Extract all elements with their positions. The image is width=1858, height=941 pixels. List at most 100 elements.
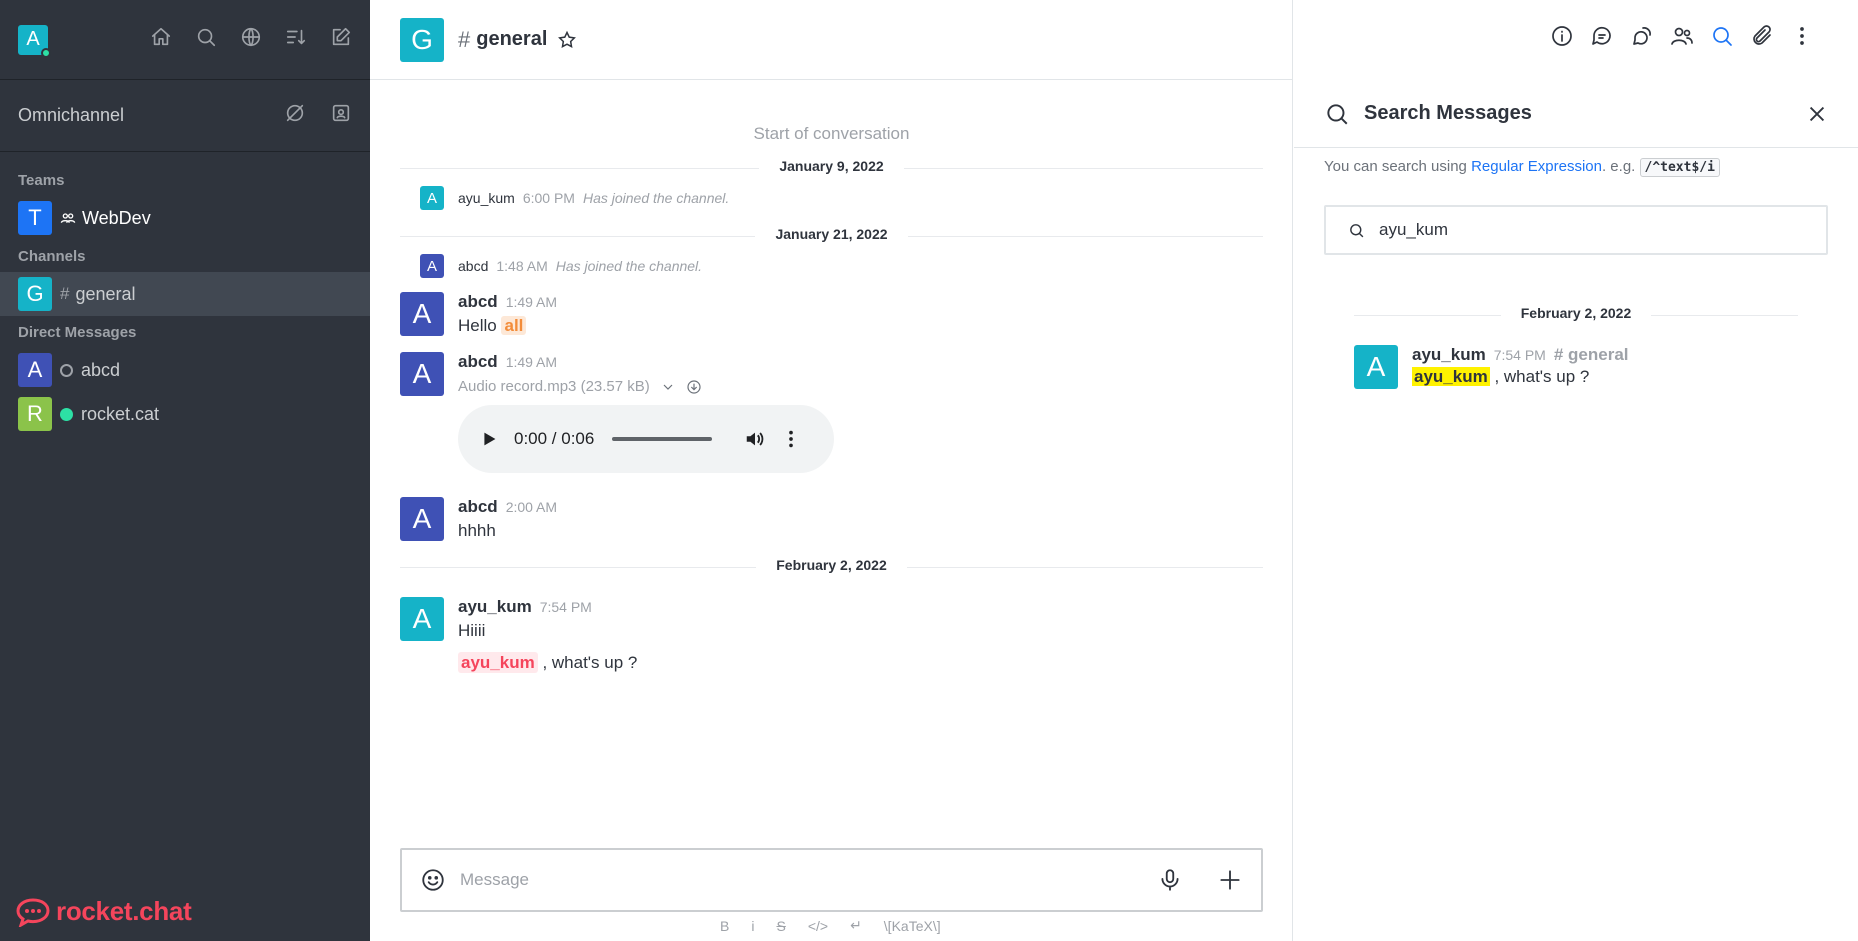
attachment-name[interactable]: Audio record.mp3 (23.57 kB)	[458, 378, 650, 395]
room-title: general	[476, 28, 548, 50]
strike-button[interactable]: S	[776, 918, 785, 934]
message-body: ayu_kum , what's up ?	[1412, 367, 1629, 387]
teams-section-label: Teams	[18, 171, 65, 189]
katex-button[interactable]: \[KaTeX\]	[884, 918, 941, 934]
discussions-icon[interactable]	[1630, 24, 1654, 53]
room-avatar: T	[18, 201, 52, 235]
download-icon[interactable]	[686, 379, 702, 395]
panel-header: Search Messages	[1294, 80, 1858, 148]
message-input[interactable]: Message	[460, 870, 1157, 890]
username[interactable]: abcd	[458, 352, 498, 372]
directory-globe-icon[interactable]	[240, 26, 262, 53]
username[interactable]: abcd	[458, 258, 488, 274]
search-messages-panel: Search Messages You can search using Reg…	[1294, 80, 1858, 941]
user-avatar[interactable]: A	[18, 24, 51, 58]
sidebar-item-rocket-cat[interactable]: R rocket.cat	[0, 392, 370, 436]
search-input[interactable]	[1379, 220, 1790, 240]
chevron-down-icon[interactable]	[660, 379, 676, 395]
kebab-menu-icon[interactable]	[1790, 24, 1814, 53]
username[interactable]: ayu_kum	[1412, 345, 1486, 365]
room-avatar: G	[18, 277, 52, 311]
microphone-icon[interactable]	[1157, 867, 1183, 893]
create-new-icon[interactable]	[330, 26, 352, 53]
search-icon[interactable]	[195, 26, 217, 53]
channel-link[interactable]: # general	[1554, 345, 1629, 365]
threads-icon[interactable]	[1590, 24, 1614, 53]
sidebar-item-general[interactable]: G # general	[0, 272, 370, 316]
message-list: Start of conversation January 9, 2022 A …	[400, 80, 1263, 673]
volume-icon[interactable]	[744, 428, 766, 450]
username[interactable]: abcd	[458, 497, 498, 517]
code-button[interactable]: </>	[808, 918, 828, 934]
date-label: February 2, 2022	[1500, 305, 1652, 321]
close-icon[interactable]	[1806, 103, 1828, 125]
attachment-title: Audio record.mp3 (23.57 kB)	[458, 378, 834, 395]
message: A abcd 1:49 AM Audio record.mp3 (23.57 k…	[400, 336, 1263, 473]
search-hint: You can search using Regular Expression.…	[1294, 148, 1858, 185]
search-box	[1324, 205, 1828, 255]
sidebar-item-webdev[interactable]: T WebDev	[0, 196, 370, 240]
username[interactable]: ayu_kum	[458, 190, 515, 206]
contact-center-icon[interactable]	[330, 102, 352, 129]
date-label: February 2, 2022	[756, 557, 907, 573]
start-of-conversation: Start of conversation	[753, 124, 910, 143]
timestamp: 1:48 AM	[496, 258, 548, 274]
regex-link[interactable]: Regular Expression	[1471, 158, 1602, 175]
username[interactable]: ayu_kum	[458, 597, 532, 617]
room-main: G # general Start of conversation Januar…	[370, 0, 1293, 941]
team-icon	[60, 210, 76, 226]
attachment-size: (23.57 kB)	[580, 378, 650, 395]
online-status-dot	[41, 47, 51, 58]
emoji-icon[interactable]	[420, 867, 446, 893]
message: A ayu_kum 7:54 PM Hiiii ayu_kum , what's…	[400, 577, 1263, 673]
message-body: ayu_kum , what's up ?	[458, 652, 637, 673]
hashtag-icon: #	[60, 284, 70, 303]
omnichannel-bar: Omnichannel	[0, 80, 370, 152]
avatar[interactable]: A	[400, 497, 444, 541]
attachment-icon[interactable]	[1750, 24, 1774, 53]
avatar[interactable]: A	[400, 292, 444, 336]
room-toolbar	[1550, 24, 1814, 53]
info-icon[interactable]	[1550, 24, 1574, 53]
members-icon[interactable]	[1670, 24, 1694, 53]
rocket-chat-logo-icon	[16, 897, 50, 927]
mention-all[interactable]: all	[501, 316, 527, 335]
sidebar-item-label: WebDev	[82, 207, 151, 228]
avatar[interactable]: A	[1354, 345, 1398, 389]
offline-status-icon	[60, 363, 73, 377]
message-body: Hello all	[458, 316, 557, 336]
hint-code: /^text$/i	[1639, 158, 1720, 177]
avatar[interactable]: A	[400, 352, 444, 396]
username[interactable]: abcd	[458, 292, 498, 312]
date-label: January 9, 2022	[759, 158, 904, 174]
sidebar-item-label: general	[75, 283, 136, 304]
play-icon[interactable]	[478, 428, 500, 450]
attachment-filename: Audio record.mp3	[458, 378, 577, 395]
omnichannel-label: Omnichannel	[18, 105, 125, 125]
mention-user[interactable]: ayu_kum	[458, 652, 538, 673]
audio-progress-bar[interactable]	[612, 437, 713, 441]
system-text: Has joined the channel.	[582, 190, 730, 206]
sidebar-item-abcd[interactable]: A abcd	[0, 348, 370, 392]
brand-name: rocket.chat	[56, 896, 192, 926]
home-icon[interactable]	[150, 26, 172, 53]
sort-icon[interactable]	[285, 26, 307, 53]
favorite-star-icon[interactable]	[557, 30, 577, 50]
dm-section-label: Direct Messages	[18, 323, 137, 341]
room-avatar: A	[18, 353, 52, 387]
search-icon	[1327, 103, 1348, 124]
more-options-icon[interactable]	[780, 428, 802, 450]
plus-icon[interactable]	[1217, 867, 1243, 893]
multiline-button[interactable]: ↵	[850, 917, 862, 934]
date-divider: January 21, 2022	[400, 226, 1263, 246]
bold-button[interactable]: B	[720, 918, 729, 934]
italic-button[interactable]: i	[751, 918, 754, 934]
avatar[interactable]: A	[420, 254, 444, 278]
avatar[interactable]: A	[420, 186, 444, 210]
room-avatar: R	[18, 397, 52, 431]
avatar[interactable]: A	[400, 597, 444, 641]
search-messages-icon[interactable]	[1710, 24, 1734, 53]
room-header-avatar: G	[400, 17, 444, 62]
search-result[interactable]: A ayu_kum 7:54 PM # general ayu_kum , wh…	[1354, 345, 1798, 389]
omnichannel-status-icon[interactable]	[284, 102, 306, 129]
